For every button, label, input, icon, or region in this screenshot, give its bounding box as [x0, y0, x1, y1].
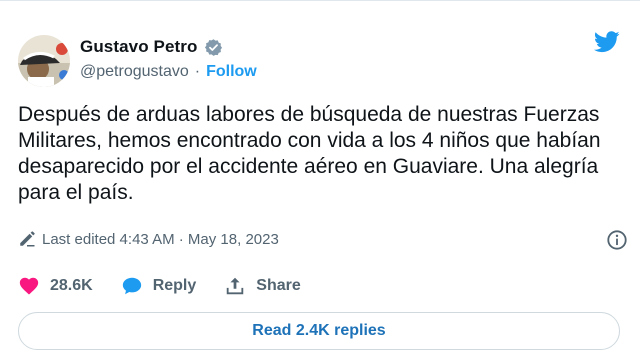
tweet-card: Gustavo Petro @petrogustavo · Follow Des…	[0, 0, 640, 360]
like-button[interactable]: 28.6K	[18, 275, 93, 297]
share-icon	[227, 277, 244, 295]
heart-icon	[19, 277, 39, 295]
reply-bubble-icon	[122, 277, 141, 295]
share-button[interactable]: Share	[224, 275, 301, 297]
twitter-bird-icon[interactable]	[593, 31, 620, 53]
follow-link[interactable]: Follow	[206, 63, 257, 81]
read-replies-label: Read 2.4K replies	[252, 322, 386, 339]
author-name-row: Gustavo Petro	[80, 37, 223, 57]
tweet-text: Después de arduas labores de búsqueda de…	[18, 103, 601, 204]
reply-label: Reply	[152, 277, 197, 294]
share-label: Share	[256, 277, 301, 294]
separator-dot: ·	[194, 63, 201, 80]
read-replies-button[interactable]: Read 2.4K replies	[18, 312, 620, 350]
pencil-icon	[18, 230, 36, 248]
info-icon[interactable]	[606, 229, 628, 251]
reply-button[interactable]: Reply	[121, 275, 197, 297]
author-handle-row: @petrogustavo · Follow	[80, 63, 257, 81]
edited-label[interactable]: Last edited 4:43 AM · May 18, 2023	[42, 231, 279, 248]
edited-timestamp-row[interactable]: Last edited 4:43 AM · May 18, 2023	[18, 230, 279, 248]
author-handle[interactable]: @petrogustavo	[80, 63, 189, 81]
author-name[interactable]: Gustavo Petro	[80, 37, 198, 57]
action-bar: 28.6K Reply Share	[18, 275, 640, 297]
verified-badge-icon	[204, 38, 223, 57]
avatar[interactable]	[18, 35, 70, 87]
like-count: 28.6K	[50, 277, 93, 294]
